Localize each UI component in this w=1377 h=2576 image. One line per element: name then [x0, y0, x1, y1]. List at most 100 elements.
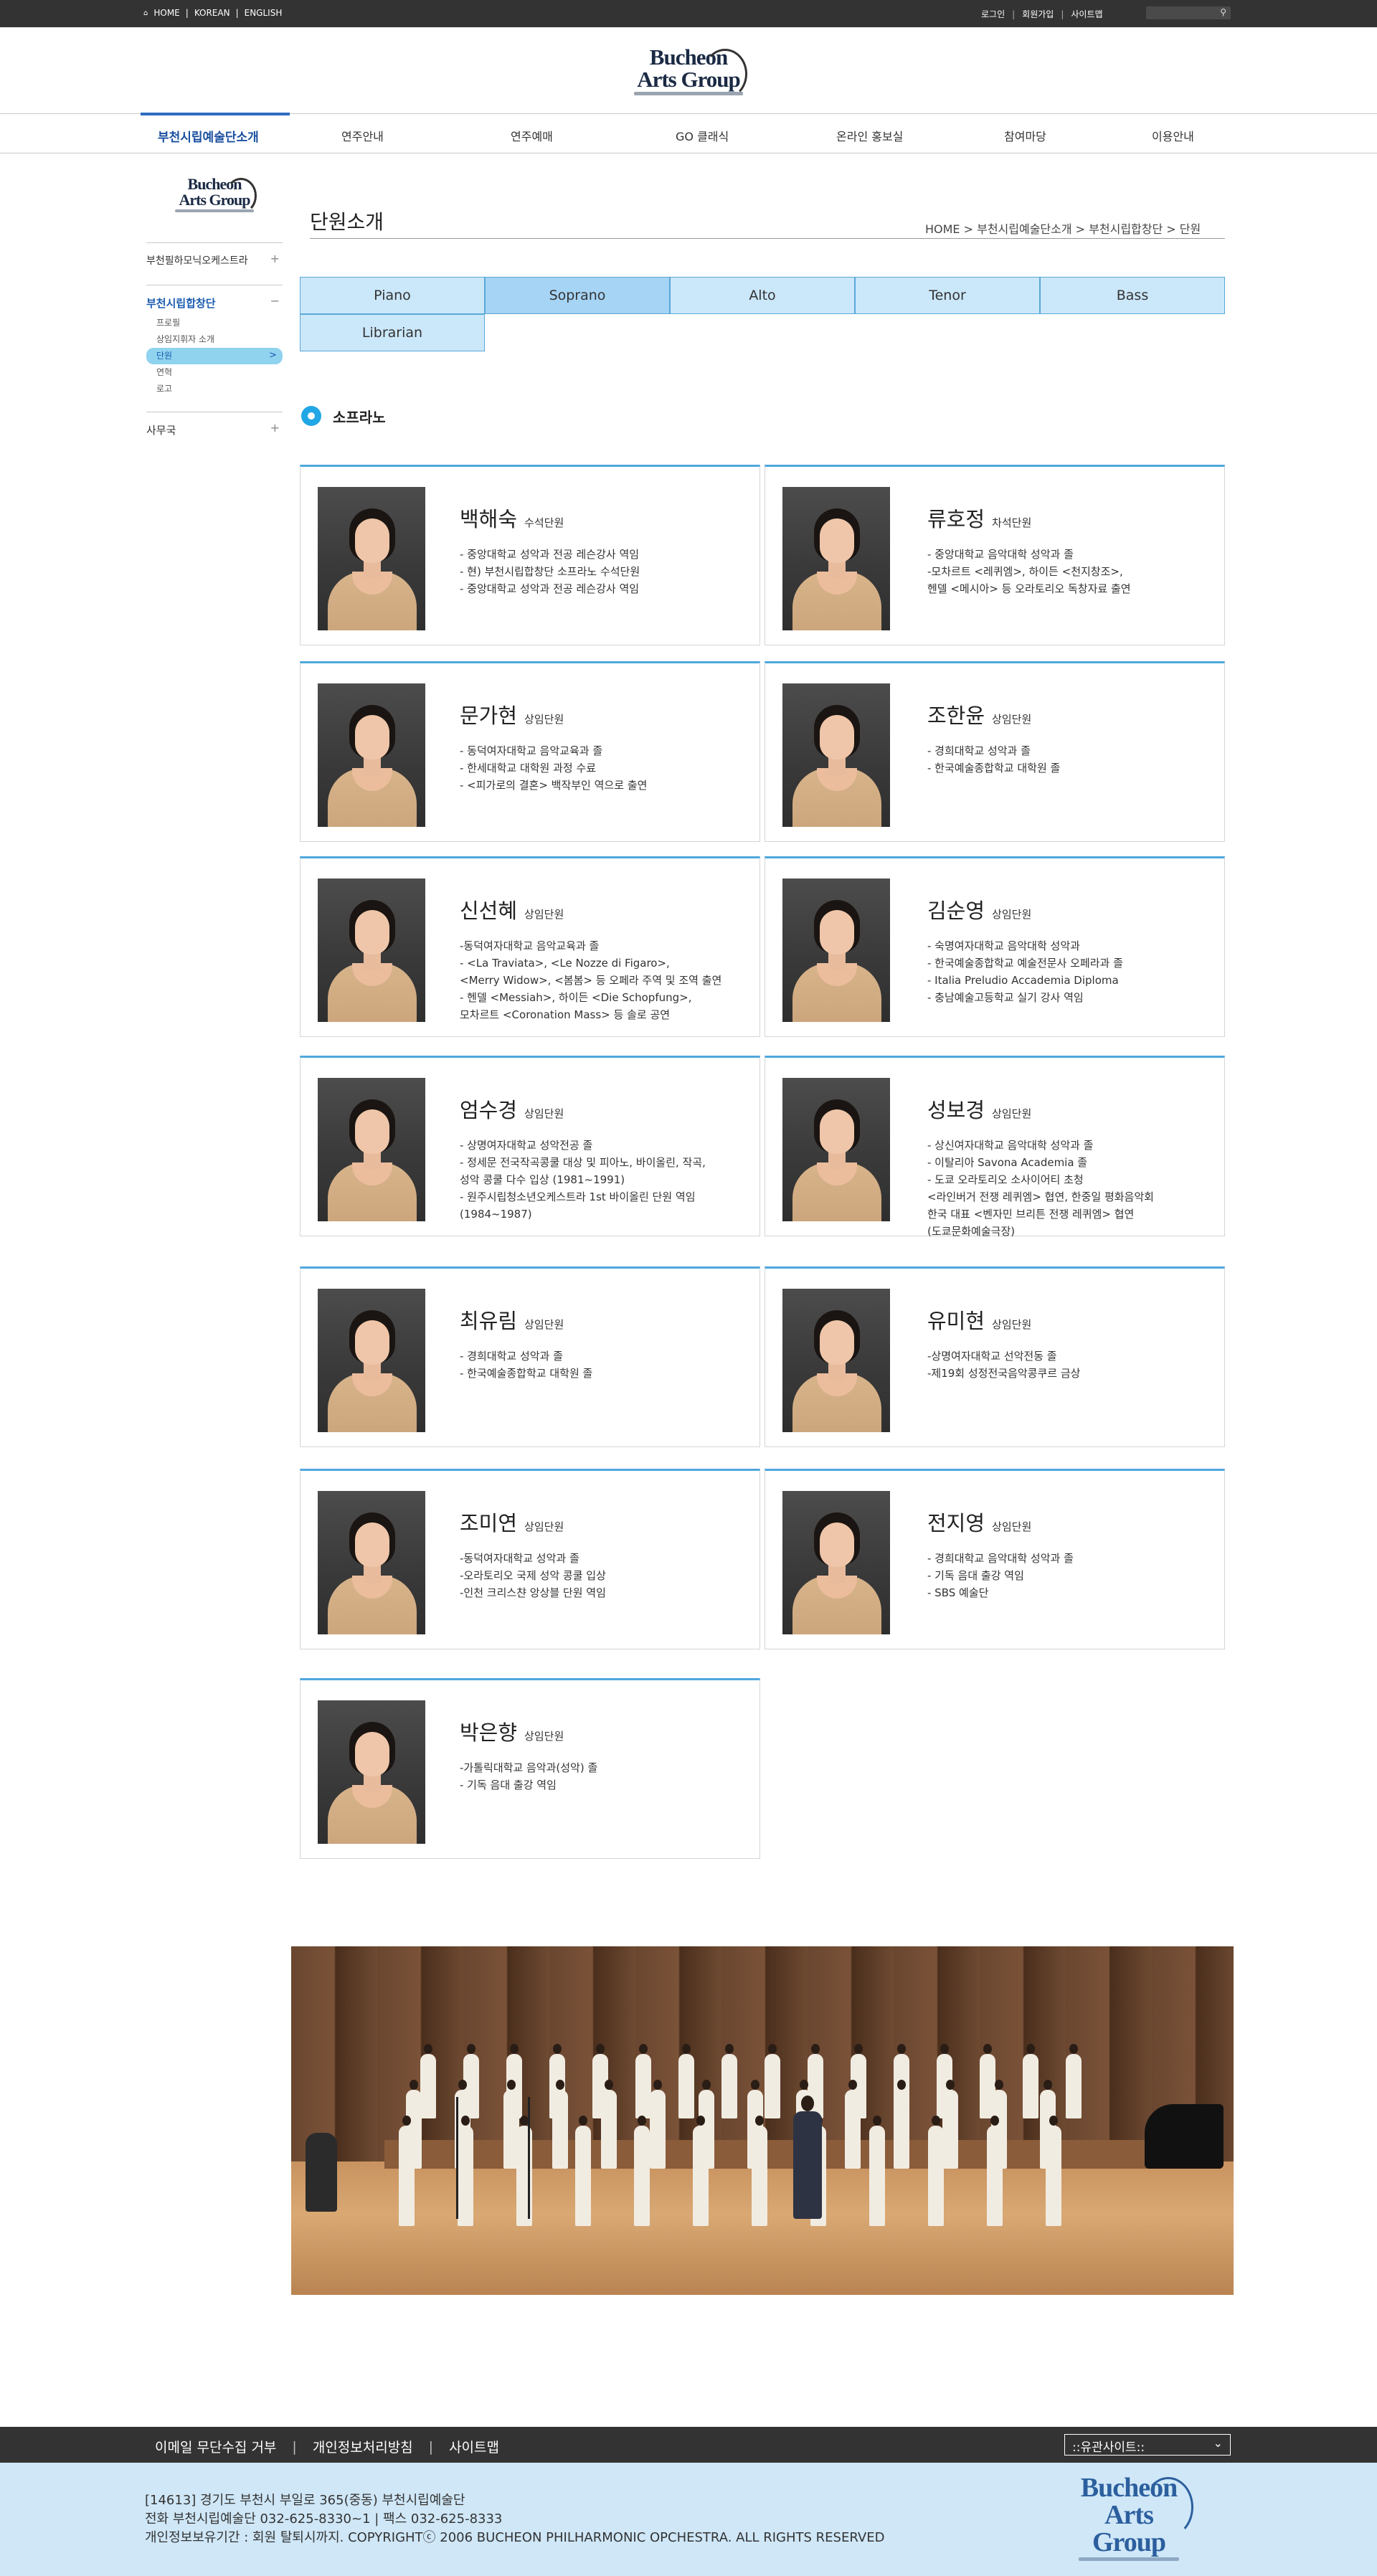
choir-singer [942, 2080, 958, 2169]
photo-face [820, 1320, 854, 1365]
sidebar-group-title[interactable]: 사무국 [146, 422, 283, 437]
member-photo [318, 487, 425, 630]
member-bio: -가톨릭대학교 음악과(성악) 졸 - 기독 음대 출강 역임 [460, 1761, 598, 1791]
expand-icon[interactable]: + [270, 421, 280, 435]
collapse-icon[interactable]: − [270, 294, 280, 308]
logo-underline [1079, 2557, 1179, 2561]
member-photo [318, 1078, 425, 1221]
footer-link-bar: 이메일 무단수집 거부 | 개인정보처리방침 | 사이트맵 ::유관사이트:: … [0, 2427, 1377, 2463]
choir-singer [721, 2044, 737, 2118]
breadcrumb: HOME > 부천시립예술단소개 > 부천시립합창단 > 단원 [925, 222, 1201, 236]
tab-librarian[interactable]: Librarian [300, 314, 485, 351]
choir-singer [458, 2116, 473, 2226]
member-bio: - 중앙대학교 음악대학 성악과 졸 -모차르트 <레퀴엠>, 하이든 <천지창… [927, 548, 1131, 595]
sidebar-group-office[interactable]: 사무국 + [146, 412, 283, 446]
tab-alto[interactable]: Alto [670, 277, 855, 314]
member-name-text: 조미연 [460, 1511, 518, 1535]
member-card: 유미현 상임단원 -상명여자대학교 선악전동 졸 -제19회 성정전국음악콩쿠르 금… [765, 1266, 1225, 1447]
related-sites-select[interactable]: ::유관사이트:: ⌄ [1064, 2434, 1231, 2456]
member-card: 전지영 상임단원 - 경희대학교 음악대학 성악과 졸 - 기독 음대 출강 역임 … [765, 1469, 1225, 1649]
nav-item-go-classic[interactable]: GO 클래식 [676, 127, 729, 144]
tab-bass[interactable]: Bass [1040, 277, 1225, 314]
member-name-text: 성보경 [927, 1098, 985, 1122]
search-icon[interactable]: ⚲ [1220, 7, 1226, 17]
member-name: 조미연 상임단원 [460, 1507, 564, 1537]
photo-face [355, 1109, 389, 1154]
sidebar-item-members[interactable]: 단원 > [146, 348, 283, 364]
member-role: 상임단원 [524, 1107, 564, 1120]
bucheon-arts-group-logo[interactable]: Bucheon Arts Group [634, 46, 747, 108]
member-name-text: 유미현 [927, 1309, 985, 1333]
sidebar-group-title[interactable]: 부천시립합창단 [146, 295, 283, 311]
violin-swoosh-icon [703, 49, 747, 99]
member-name-text: 문가현 [460, 704, 518, 728]
sidebar-group-philharmonic[interactable]: 부천필하모닉오케스트라 + [146, 242, 283, 276]
choir-performance-photo [291, 1946, 1234, 2295]
member-photo [318, 1700, 425, 1844]
choir-singer [765, 2044, 780, 2118]
choir-singer [634, 2116, 650, 2226]
footer-links: 이메일 무단수집 거부 | 개인정보처리방침 | 사이트맵 [155, 2437, 499, 2456]
member-name: 최유림 상임단원 [460, 1304, 564, 1335]
choir-singer [552, 2080, 568, 2169]
member-card: 최유림 상임단원 - 경희대학교 성악과 졸 - 한국예술종합학교 대학원 졸 [300, 1266, 760, 1447]
member-bio: - 동덕여자대학교 음악교육과 졸 - 한세대학교 대학원 과정 수료 - <피… [460, 744, 648, 792]
sidebar-item-history[interactable]: 연혁 [146, 364, 283, 381]
nav-item-concert-info[interactable]: 연주안내 [341, 127, 384, 144]
sidebar-item-profile[interactable]: 프로필 [146, 315, 283, 331]
photo-face [355, 1732, 389, 1776]
sidebar-item-conductor[interactable]: 상임지휘자 소개 [146, 331, 283, 348]
nav-item-online-pr[interactable]: 온라인 홍보실 [836, 127, 903, 144]
photo-face [820, 910, 854, 955]
nav-item-about[interactable]: 부천시립예술단소개 [158, 127, 259, 145]
choir-singer [987, 2116, 1003, 2226]
member-photo [782, 1289, 890, 1432]
member-card: 조미연 상임단원 -동덕여자대학교 성악과 졸 -오라토리오 국제 성악 콩쿨 입상… [300, 1469, 760, 1649]
choir-singer [420, 2044, 436, 2118]
member-bio: -상명여자대학교 선악전동 졸 -제19회 성정전국음악콩쿠르 금상 [927, 1350, 1081, 1380]
tab-piano[interactable]: Piano [300, 277, 485, 314]
member-name: 전지영 상임단원 [927, 1507, 1031, 1537]
conductor-figure [793, 2096, 822, 2219]
english-link[interactable]: ENGLISH [245, 8, 283, 18]
nav-item-participation[interactable]: 참여마당 [1004, 127, 1046, 144]
sidebar-item-logo[interactable]: 로고 [146, 381, 283, 397]
korean-link[interactable]: KOREAN [194, 8, 230, 18]
divider: | [235, 8, 239, 18]
sidebar-group-choir[interactable]: 부천시립합창단 − 프로필 상임지휘자 소개 단원 > 연혁 로고 [146, 285, 283, 406]
member-name-text: 류호정 [927, 507, 985, 531]
nav-item-usage-guide[interactable]: 이용안내 [1152, 127, 1194, 144]
tab-tenor[interactable]: Tenor [855, 277, 1040, 314]
photo-face [820, 715, 854, 759]
photo-face [355, 910, 389, 955]
footer-link-sitemap[interactable]: 사이트맵 [449, 2437, 499, 2456]
nav-item-tickets[interactable]: 연주예매 [511, 127, 553, 144]
member-name-text: 신선혜 [460, 899, 518, 923]
member-photo [318, 1491, 425, 1634]
divider: | [1061, 9, 1064, 19]
tab-soprano[interactable]: Soprano [485, 277, 670, 314]
member-name-text: 김순영 [927, 899, 985, 923]
member-name: 박은향 상임단원 [460, 1716, 564, 1746]
sitemap-link[interactable]: 사이트맵 [1071, 8, 1102, 20]
member-name-text: 최유림 [460, 1309, 518, 1333]
footer-link-email-refusal[interactable]: 이메일 무단수집 거부 [155, 2437, 276, 2456]
member-name: 엄수경 상임단원 [460, 1094, 564, 1124]
member-name: 조한윤 상임단원 [927, 699, 1031, 729]
photo-face [355, 1523, 389, 1567]
expand-icon[interactable]: + [270, 252, 280, 265]
signup-link[interactable]: 회원가입 [1022, 8, 1054, 20]
member-role: 상임단원 [992, 1318, 1032, 1331]
sidebar-group-title[interactable]: 부천필하모닉오케스트라 [146, 253, 283, 267]
footer-logo: Bucheon Arts Group [1079, 2474, 1193, 2561]
member-name: 신선혜 상임단원 [460, 894, 564, 924]
login-link[interactable]: 로그인 [981, 8, 1005, 20]
member-card: 신선혜 상임단원 -동덕여자대학교 음악교육과 졸 - <La Traviata>,… [300, 856, 760, 1037]
home-link[interactable]: HOME [153, 8, 179, 18]
member-role: 상임단원 [992, 908, 1032, 921]
search-input[interactable]: ⚲ [1146, 6, 1231, 19]
choir-singer [894, 2080, 909, 2169]
footer-link-privacy[interactable]: 개인정보처리방침 [313, 2437, 413, 2456]
member-role: 상임단원 [992, 713, 1032, 726]
member-card: 성보경 상임단원 - 상신여자대학교 음악대학 성악과 졸 - 이탈리아 Savon… [765, 1056, 1225, 1238]
